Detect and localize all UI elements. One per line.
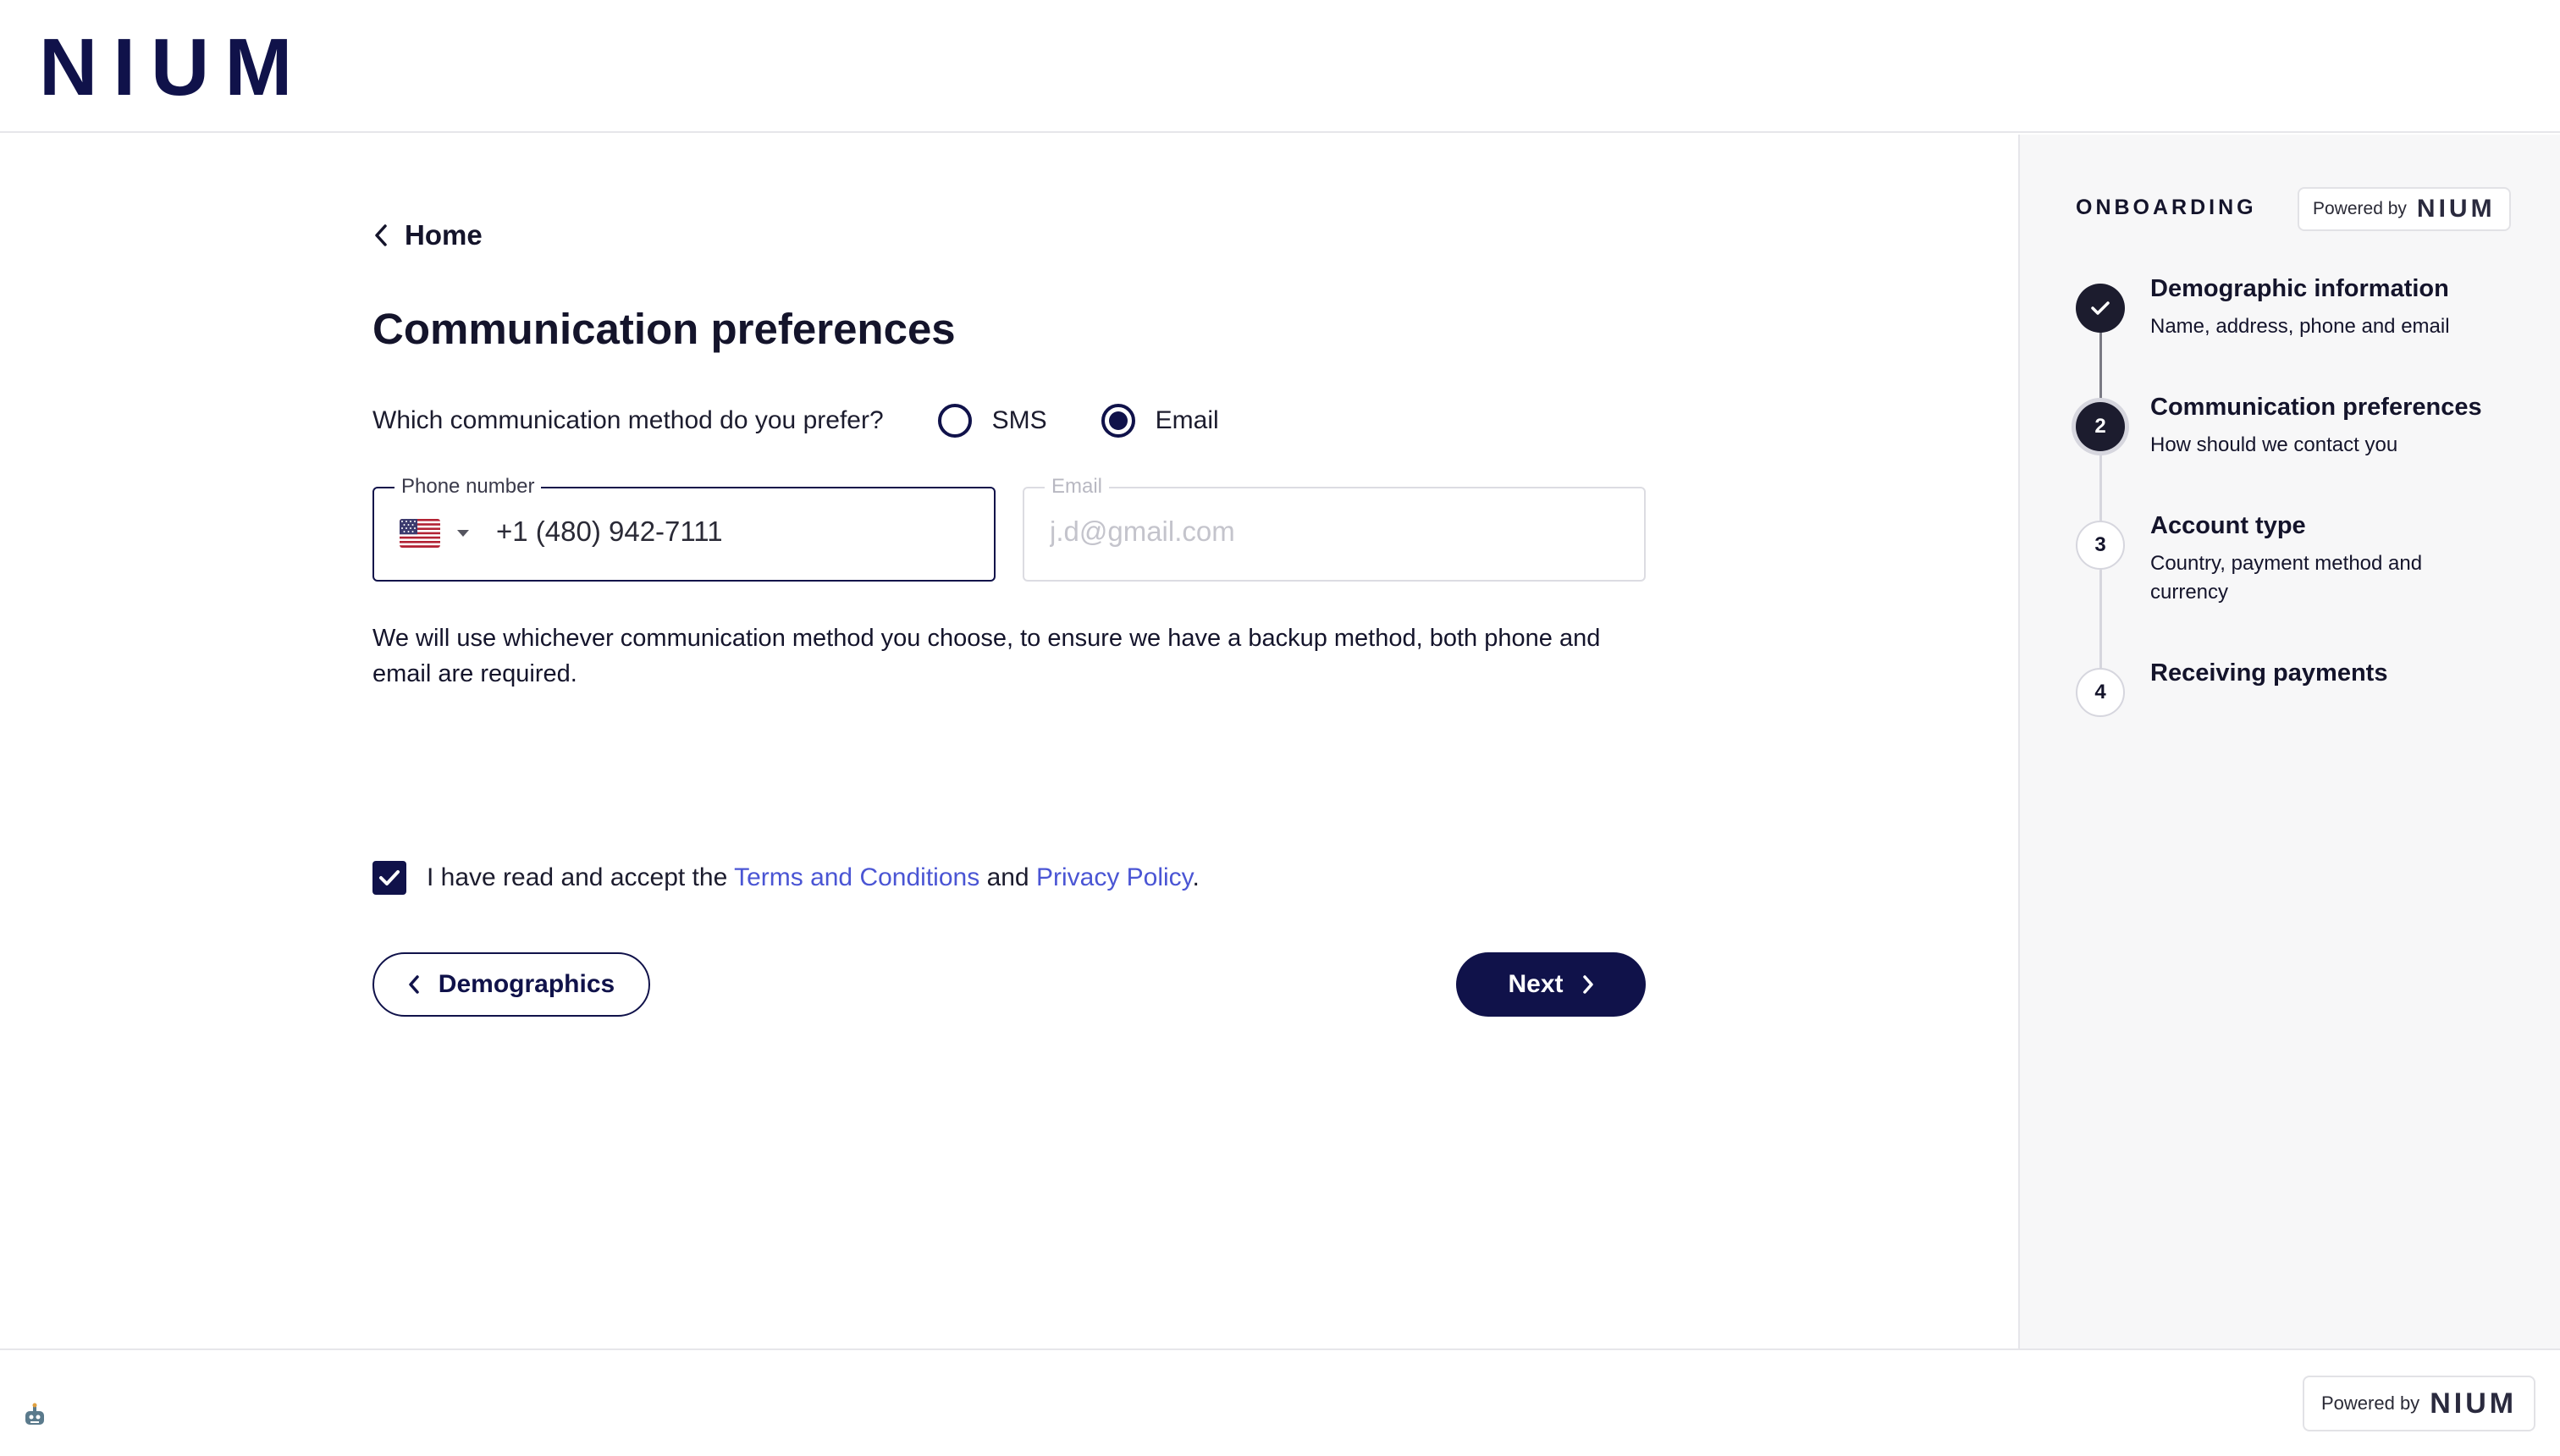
step-title: Account type	[2150, 512, 2306, 539]
page-title: Communication preferences	[372, 305, 956, 353]
step-connector	[2099, 329, 2102, 402]
step-title: Demographic information	[2150, 275, 2449, 302]
radio-selected-dot	[1108, 411, 1128, 430]
step-connector	[2099, 449, 2102, 522]
sms-radio[interactable]	[937, 404, 972, 438]
step-description: How should we contact you	[2150, 433, 2398, 456]
terms-and: and	[986, 863, 1029, 891]
top-header: NIUM	[0, 0, 2560, 133]
step-description: Name, address, phone and email	[2150, 315, 2450, 338]
nium-logo[interactable]: NIUM	[39, 25, 307, 110]
country-code-selector[interactable]	[400, 519, 471, 548]
email-input[interactable]	[1050, 516, 1608, 548]
terms-suffix: .	[1192, 863, 1200, 891]
terms-row: I have read and accept the Terms and Con…	[372, 861, 1200, 895]
step-1-indicator	[2076, 284, 2125, 333]
email-radio-label: Email	[1155, 406, 1219, 434]
check-icon	[2091, 301, 2110, 315]
privacy-policy-link[interactable]: Privacy Policy	[1036, 863, 1192, 891]
phone-field-label: Phone number	[394, 475, 542, 499]
phone-number-field[interactable]: Phone number +1 (480) 942-7111	[372, 475, 996, 582]
powered-by-badge: Powered by NIUM	[2298, 187, 2511, 231]
chevron-left-icon	[375, 224, 387, 246]
chevron-left-icon	[409, 975, 419, 994]
check-icon	[379, 870, 400, 885]
robot-icon[interactable]	[22, 1403, 47, 1428]
footer-powered-by-badge: Powered by NIUM	[2303, 1376, 2536, 1431]
email-radio[interactable]	[1101, 404, 1135, 438]
email-field[interactable]: Email	[1023, 475, 1646, 582]
sms-radio-label: SMS	[991, 406, 1047, 434]
next-button[interactable]: Next	[1456, 952, 1646, 1017]
email-field-label: Email	[1045, 475, 1110, 499]
terms-checkbox[interactable]	[372, 861, 406, 895]
terms-prefix: I have read and accept the	[427, 863, 728, 891]
demographics-back-button[interactable]: Demographics	[372, 952, 650, 1017]
radio-option-sms[interactable]: SMS	[937, 404, 1047, 438]
step-4-indicator: 4	[2076, 668, 2125, 717]
phone-number-value: +1 (480) 942-7111	[496, 516, 723, 547]
us-flag-icon	[400, 519, 440, 548]
powered-by-text: Powered by	[2321, 1393, 2420, 1414]
chevron-right-icon	[1582, 975, 1593, 994]
method-question: Which communication method do you prefer…	[372, 406, 884, 434]
caret-down-icon	[457, 530, 469, 537]
demographics-button-label: Demographics	[438, 970, 615, 998]
terms-text: I have read and accept the Terms and Con…	[427, 863, 1200, 892]
onboarding-sidebar: ONBOARDING Powered by NIUM Demographic i…	[2018, 135, 2560, 1348]
step-title: Receiving payments	[2150, 659, 2388, 687]
step-2-indicator: 2	[2076, 402, 2125, 451]
step-description: Country, payment method and currency	[2150, 552, 2423, 604]
step-3-indicator: 3	[2076, 521, 2125, 570]
powered-by-logo: NIUM	[2416, 195, 2496, 223]
next-button-label: Next	[1508, 970, 1564, 998]
home-back-link[interactable]: Home	[372, 219, 483, 251]
powered-by-text: Powered by	[2313, 199, 2407, 218]
method-question-row: Which communication method do you prefer…	[372, 395, 1219, 446]
powered-by-logo: NIUM	[2430, 1387, 2518, 1420]
page-footer: Powered by NIUM	[0, 1348, 2560, 1456]
main-content: Home Communication preferences Which com…	[0, 135, 2018, 1348]
radio-option-email[interactable]: Email	[1101, 404, 1219, 438]
terms-and-conditions-link[interactable]: Terms and Conditions	[734, 863, 979, 891]
backup-method-notice: We will use whichever communication meth…	[372, 625, 1601, 687]
home-link-label: Home	[405, 219, 483, 251]
onboarding-title: ONBOARDING	[2076, 196, 2257, 219]
step-title: Communication preferences	[2150, 394, 2482, 421]
